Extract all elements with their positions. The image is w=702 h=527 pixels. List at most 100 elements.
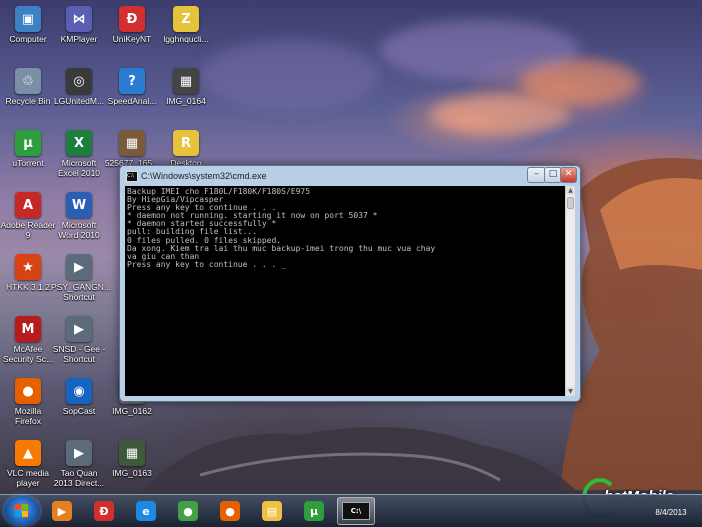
app-icon: ◎ (66, 68, 92, 94)
firefox-icon: ● (220, 501, 240, 521)
desktop-icon-label: VLC media player (6, 468, 50, 488)
cmd-app-icon[interactable]: C:\ (126, 171, 138, 182)
app-icon: ▶ (66, 316, 92, 342)
chrome-icon: ● (178, 501, 198, 521)
desktop-icon-label: LGUnitedM... (53, 96, 105, 106)
desktop-icon-label: Tao Quan 2013 Direct... (53, 468, 105, 488)
desktop-icon-label: KMPlayer (60, 34, 98, 44)
desktop-icon-label: SopCast (62, 406, 96, 416)
app-icon: M (15, 316, 41, 342)
desktop-icon[interactable]: ▶ PSY_GANGN... Shortcut (51, 254, 111, 302)
cmd-window-title: C:\Windows\system32\cmd.exe (141, 171, 267, 181)
desktop-icon[interactable]: ⋈ KMPlayer (51, 6, 107, 44)
cmd-window[interactable]: C:\ C:\Windows\system32\cmd.exe – □ ✕ Ba… (119, 165, 581, 402)
desktop-icon-label: IMG_0162 (112, 406, 152, 416)
cmd-titlebar[interactable]: C:\ C:\Windows\system32\cmd.exe – □ ✕ (120, 166, 580, 186)
desktop-icon-label: Mozilla Firefox (14, 406, 42, 426)
desktop-icon[interactable]: ▦ IMG_0164 (158, 68, 214, 106)
cliff-rock (560, 158, 702, 490)
scroll-up-arrow-icon[interactable]: ▲ (566, 186, 575, 195)
desktop-icon-label: McAfee Security Sc... (2, 344, 54, 364)
app-icon: ▦ (119, 130, 145, 156)
desktop-icon[interactable]: ◉ SopCast (51, 378, 107, 416)
desktop-icon-label: PSY_GANGN... Shortcut (51, 282, 111, 302)
file-explorer-icon: ▤ (262, 501, 282, 521)
app-icon: W (66, 192, 92, 218)
app-icon: Đ (119, 6, 145, 32)
app-icon: ▲ (15, 440, 41, 466)
desktop-icon-label: UniKeyNT (112, 34, 152, 44)
shore-rocks (140, 427, 580, 494)
desktop-icon[interactable]: ● Mozilla Firefox (0, 378, 56, 426)
desktop-icon-label: Microsoft Word 2010 (58, 220, 100, 240)
taskbar-button-unikey[interactable]: Đ (85, 497, 123, 525)
internet-explorer-icon: e (136, 501, 156, 521)
app-icon: ♲ (15, 68, 41, 94)
desktop-icon[interactable]: ▶ Tao Quan 2013 Direct... (51, 440, 107, 488)
taskbar-button-media-player[interactable]: ▶ (43, 497, 81, 525)
media-player-icon: ▶ (52, 501, 72, 521)
cloud (520, 60, 640, 105)
desktop-icon[interactable]: Zlgghnqucli... (158, 6, 214, 44)
desktop-icon-label: Recycle Bin (5, 96, 51, 106)
taskbar-button-firefox[interactable]: ● (211, 497, 249, 525)
desktop-icon-label: Computer (9, 34, 47, 44)
app-icon: Z (173, 6, 199, 32)
desktop-icon-label: lgghnqucli... (163, 34, 209, 44)
desktop-icon[interactable]: ▦ IMG_0163 (104, 440, 160, 478)
desktop-icon[interactable]: A Adobe Reader 9 (0, 192, 56, 240)
tray-clock[interactable]: 8/4/2013 (644, 508, 698, 517)
desktop-icon[interactable]: µ uTorrent (0, 130, 56, 168)
cloud (200, 40, 380, 110)
taskbar-button-internet-explorer[interactable]: e (127, 497, 165, 525)
taskbar-button-chrome[interactable]: ● (169, 497, 207, 525)
app-icon: ▶ (66, 254, 92, 280)
desktop-icon[interactable]: R Desktop (158, 130, 214, 168)
app-icon: A (15, 192, 41, 218)
desktop-icon[interactable]: ? SpeedAnal... (104, 68, 160, 106)
desktop-icon[interactable]: W Microsoft Word 2010 (51, 192, 107, 240)
app-icon: R (173, 130, 199, 156)
desktop-icon-label: IMG_0163 (112, 468, 152, 478)
desktop-icon[interactable]: ▲ VLC media player (0, 440, 56, 488)
app-icon: ● (15, 378, 41, 404)
desktop-icon[interactable]: ◎ LGUnitedM... (51, 68, 107, 106)
app-icon: ▣ (15, 6, 41, 32)
desktop-icon-label: Adobe Reader 9 (0, 220, 56, 240)
scroll-down-arrow-icon[interactable]: ▼ (566, 387, 575, 396)
desktop-icon[interactable]: X Microsoft Excel 2010 (51, 130, 107, 178)
cmd-icon: C:\ (342, 502, 370, 520)
app-icon: ★ (15, 254, 41, 280)
taskbar: ▶ Đe ● ● ▤ µ C:\ 8/4/2013 (0, 494, 702, 527)
vertical-scrollbar[interactable]: ▲ ▼ (565, 186, 575, 396)
app-icon: ⋈ (66, 6, 92, 32)
desktop-icon-label: uTorrent (12, 158, 44, 168)
close-button[interactable]: ✕ (560, 167, 577, 183)
desktop-icon[interactable]: M McAfee Security Sc... (0, 316, 56, 364)
desktop-icon[interactable]: ★ HTKK 3.1.2 (0, 254, 56, 292)
scroll-thumb[interactable] (567, 197, 574, 209)
desktop-icon-label: IMG_0164 (166, 96, 206, 106)
app-icon: ▶ (66, 440, 92, 466)
app-icon: µ (15, 130, 41, 156)
app-icon: ◉ (66, 378, 92, 404)
app-icon: ? (119, 68, 145, 94)
taskbar-button-cmd[interactable]: C:\ (337, 497, 375, 525)
desktop-icon-label: Microsoft Excel 2010 (57, 158, 101, 178)
app-icon: ▦ (119, 440, 145, 466)
app-icon: X (66, 130, 92, 156)
console-output[interactable]: Backup IMEI cho F180L/F180K/F180S/E975 B… (125, 186, 565, 396)
taskbar-button-file-explorer[interactable]: ▤ (253, 497, 291, 525)
desktop-icon[interactable]: ▣ Computer (0, 6, 56, 44)
windows-logo-icon (15, 504, 29, 518)
desktop-icon-label: HTKK 3.1.2 (6, 282, 50, 292)
desktop-icon[interactable]: ♲ Recycle Bin (0, 68, 56, 106)
app-icon: ▦ (173, 68, 199, 94)
desktop-icon[interactable]: ▦ 525677_165... (104, 130, 160, 168)
clock-date: 8/4/2013 (655, 508, 687, 517)
desktop-icon[interactable]: Đ UniKeyNT (104, 6, 160, 44)
desktop-icon[interactable]: ▶ SNSD - Gee - Shortcut (51, 316, 107, 364)
taskbar-button-utorrent[interactable]: µ (295, 497, 333, 525)
utorrent-icon: µ (304, 501, 324, 521)
start-button[interactable] (4, 496, 40, 526)
